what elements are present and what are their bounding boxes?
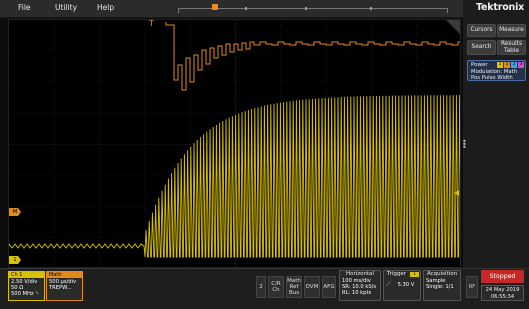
ch1-badge[interactable]: Ch 1 2.50 V/div 50 Ω 500 MHz ␈ bbox=[8, 271, 45, 301]
trigger-position-marker[interactable]: T bbox=[149, 19, 154, 28]
sample-rate: SR: 10.0 kS/s bbox=[342, 283, 377, 290]
power-measurement-text: Modulation: Math Pos Pulse Width bbox=[471, 69, 517, 81]
measure-button[interactable]: Measure bbox=[497, 24, 526, 37]
record-length: RL: 10 kpts bbox=[342, 289, 372, 296]
panel-resize-handle[interactable]: • • • bbox=[462, 138, 467, 152]
add-math-ref-bus-button[interactable]: Math Ref Bus bbox=[286, 276, 302, 298]
power-line-2: Pos Pulse Width bbox=[471, 75, 513, 81]
time: 06:55:34 bbox=[490, 293, 515, 300]
trigger-level-marker[interactable] bbox=[454, 190, 459, 196]
source-badge-2: 2 bbox=[511, 62, 517, 68]
cursors-button[interactable]: Cursors bbox=[467, 24, 496, 37]
rising-edge-icon: ⟋ bbox=[386, 279, 391, 288]
add-channel-button[interactable]: C/R Ch bbox=[268, 276, 284, 298]
ch1-bandwidth: 500 MHz ␈ bbox=[11, 291, 40, 298]
power-title: Power bbox=[471, 62, 488, 68]
run-stop-status-button[interactable]: Stopped bbox=[481, 270, 524, 283]
waveform-plot bbox=[9, 20, 460, 267]
dvm-button[interactable]: DVM bbox=[304, 276, 320, 298]
timeline-position-marker[interactable] bbox=[212, 4, 218, 10]
channel-2-button[interactable]: 2 bbox=[256, 276, 266, 298]
trigger-source-badge: 1 bbox=[410, 271, 419, 277]
record-timeline[interactable] bbox=[178, 8, 448, 13]
ch1-waveform bbox=[9, 95, 460, 258]
horizontal-badge[interactable]: Horizontal 100 ms/div SR: 10.0 kS/s RL: … bbox=[339, 270, 381, 301]
timeline-tick bbox=[305, 7, 307, 10]
power-measurement-badge[interactable]: Power 1 5 2 3 Modulation: Math Pos Pulse… bbox=[467, 60, 526, 81]
horizontal-title: Horizontal bbox=[345, 271, 375, 277]
math-source: TREPW... bbox=[49, 285, 72, 292]
source-badge-3: 3 bbox=[518, 62, 524, 68]
date-time-display: 24 May 2019 06:55:34 bbox=[481, 285, 524, 301]
math-badge[interactable]: Math 500 μs/div TREPW... bbox=[46, 271, 83, 301]
timeline-tick bbox=[370, 7, 372, 10]
acquisition-title: Acquisition bbox=[426, 271, 458, 277]
acquisition-count: Single: 1/1 bbox=[426, 283, 454, 290]
search-button[interactable]: Search bbox=[467, 40, 496, 55]
acquisition-badge[interactable]: Acquisition Sample Single: 1/1 bbox=[423, 270, 461, 301]
menu-help[interactable]: Help bbox=[97, 3, 114, 12]
menu-bar: File Utility Help bbox=[0, 0, 529, 18]
source-badge-5: 5 bbox=[504, 62, 510, 68]
menu-file[interactable]: File bbox=[18, 3, 31, 12]
trigger-badge[interactable]: Trigger 1 ⟋ 5.30 V bbox=[383, 270, 421, 301]
power-source-badges: 1 5 2 3 bbox=[497, 62, 524, 68]
timeline-tick bbox=[245, 7, 247, 10]
afg-button[interactable]: AFG bbox=[322, 276, 336, 298]
menu-utility[interactable]: Utility bbox=[55, 3, 77, 12]
results-table-button[interactable]: Results Table bbox=[497, 40, 526, 55]
date: 24 May 2019 bbox=[485, 287, 520, 293]
waveform-display[interactable] bbox=[8, 19, 461, 268]
rf-button[interactable]: RF bbox=[466, 276, 478, 298]
brand-logo: Tektronix bbox=[476, 2, 525, 13]
source-badge-1: 1 bbox=[497, 62, 503, 68]
trigger-level: 5.30 V bbox=[397, 281, 415, 288]
